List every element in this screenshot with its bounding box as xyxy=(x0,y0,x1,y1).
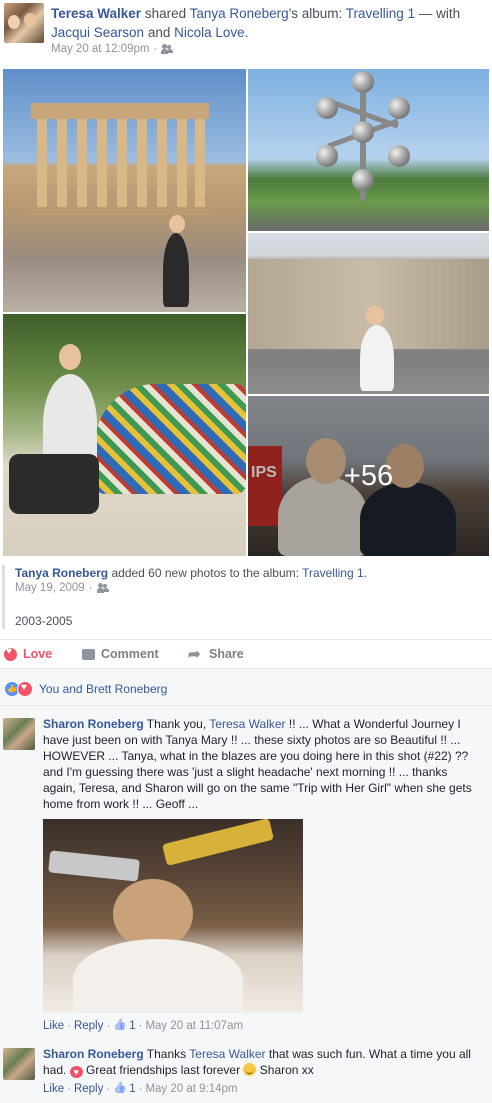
like-count-icon xyxy=(113,1020,126,1032)
comment-footer: Like · Reply · 1 · May 20 at 9:14pm xyxy=(43,1083,238,1095)
love-button[interactable]: Love xyxy=(4,646,53,661)
shared-album-attachment: Tanya Roneberg added 60 new photos to th… xyxy=(2,565,488,629)
comment-photo[interactable] xyxy=(43,819,303,1013)
comment-label: Comment xyxy=(101,647,159,661)
reactions-summary: You and Brett Roneberg xyxy=(0,669,492,706)
post-headline: Teresa Walker shared Tanya Roneberg's al… xyxy=(51,4,487,42)
post-action-bar: Love Comment Share xyxy=(0,639,492,669)
atomium-shape xyxy=(308,71,418,201)
share-icon xyxy=(188,645,203,663)
shared-action-text: added 60 new photos to the album: xyxy=(108,566,303,580)
love-label: Love xyxy=(23,647,53,661)
bottle-shape xyxy=(161,819,275,866)
author-avatar[interactable] xyxy=(4,3,44,43)
comment-like-link[interactable]: Like xyxy=(43,1020,64,1032)
avatar-face xyxy=(8,15,20,29)
tagged-user-link[interactable]: Jacqui Searson xyxy=(51,25,144,40)
album-owner-link[interactable]: Tanya Roneberg xyxy=(190,6,289,21)
photo-grid: IPS +56 xyxy=(3,69,489,556)
smile-emoji-icon xyxy=(243,1063,257,1076)
separator: · xyxy=(138,1083,143,1095)
comment-button[interactable]: Comment xyxy=(82,647,492,661)
comment-text: Sharon Roneberg Thanks Teresa Walker tha… xyxy=(43,1046,483,1078)
shirt-shape xyxy=(73,939,243,1013)
commenter-avatar[interactable] xyxy=(3,718,35,750)
comment-time[interactable]: May 20 at 9:14pm xyxy=(145,1083,237,1095)
album-name-link[interactable]: Travelling 1 xyxy=(302,566,364,580)
comment-like-count[interactable]: 1 xyxy=(129,1020,135,1032)
shared-album-meta: May 19, 2009 · xyxy=(15,582,488,594)
person-head xyxy=(366,305,384,325)
people-icon[interactable] xyxy=(161,44,174,54)
possessive-text: 's album: xyxy=(288,6,346,21)
photo-more-album[interactable]: IPS +56 xyxy=(248,396,489,556)
mention-link[interactable]: Teresa Walker xyxy=(209,717,285,731)
person-head xyxy=(59,344,81,370)
commenter-name-link[interactable]: Sharon Roneberg xyxy=(43,717,144,731)
person-legs xyxy=(9,454,99,514)
separator: · xyxy=(67,1083,71,1095)
album-date[interactable]: May 19, 2009 xyxy=(15,582,85,594)
commenter-avatar[interactable] xyxy=(3,1048,35,1080)
reaction-icons[interactable] xyxy=(4,681,33,697)
separator: · xyxy=(153,43,158,55)
album-owner-link[interactable]: Tanya Roneberg xyxy=(15,566,108,580)
photo-park-guell[interactable] xyxy=(3,314,246,556)
author-name-link[interactable]: Teresa Walker xyxy=(51,6,141,21)
separator: · xyxy=(67,1020,71,1032)
avatar-face xyxy=(24,13,36,27)
comment-footer: Like · Reply · 1 · May 20 at 11:07am xyxy=(43,1020,243,1032)
mosaic-bench xyxy=(95,384,246,494)
period-text: . xyxy=(363,566,367,580)
person-figure xyxy=(163,233,189,307)
post-timestamp[interactable]: May 20 at 12:09pm xyxy=(51,43,149,55)
person-figure xyxy=(360,325,394,391)
with-text: — with xyxy=(415,6,461,21)
reactors-link[interactable]: You and Brett Roneberg xyxy=(39,682,167,696)
comment-icon xyxy=(82,648,95,660)
comment-text-part: Thank you, xyxy=(143,717,210,731)
people-icon xyxy=(96,583,109,593)
album-description: 2003-2005 xyxy=(15,614,73,628)
love-reaction-icon xyxy=(17,681,33,697)
comment-text-part: Thanks xyxy=(143,1047,190,1061)
commenter-name-link[interactable]: Sharon Roneberg xyxy=(43,1047,144,1061)
comment-like-count[interactable]: 1 xyxy=(129,1083,135,1095)
person-head xyxy=(169,215,185,233)
heart-icon xyxy=(4,646,17,661)
more-photos-count[interactable]: +56 xyxy=(248,396,489,556)
comment-time[interactable]: May 20 at 11:07am xyxy=(145,1020,243,1032)
comments-section: Sharon Roneberg Thank you, Teresa Walker… xyxy=(0,706,492,1103)
share-label: Share xyxy=(209,647,244,661)
like-count-icon xyxy=(113,1083,126,1095)
post-header: Teresa Walker shared Tanya Roneberg's al… xyxy=(0,0,492,66)
photo-berlin-wall[interactable] xyxy=(248,233,489,394)
period-text: . xyxy=(244,25,249,40)
heart-emoji-icon: ♥ xyxy=(69,1066,83,1078)
share-button[interactable]: Share xyxy=(188,645,244,663)
separator: · xyxy=(106,1083,111,1095)
comment-text-part: !! ... What a Wonderful Journey I have j… xyxy=(43,717,472,811)
photo-parthenon[interactable] xyxy=(3,69,246,312)
comment-text-part: Sharon xx xyxy=(256,1063,314,1077)
shared-text: shared xyxy=(141,6,190,21)
post-meta: May 20 at 12:09pm · xyxy=(51,43,174,55)
shared-album-line: Tanya Roneberg added 60 new photos to th… xyxy=(15,565,488,581)
separator: · xyxy=(88,582,93,594)
comment-like-link[interactable]: Like xyxy=(43,1083,64,1095)
separator: · xyxy=(106,1020,111,1032)
comment-reply-link[interactable]: Reply xyxy=(74,1020,103,1032)
tagged-user-link[interactable]: Nicola Love xyxy=(174,25,245,40)
comment-text-part: Great friendships last forever xyxy=(82,1063,244,1077)
bottle-shape xyxy=(48,850,140,882)
and-text: and xyxy=(144,25,175,40)
comment-text: Sharon Roneberg Thank you, Teresa Walker… xyxy=(43,716,483,812)
album-name-link[interactable]: Travelling 1 xyxy=(346,6,415,21)
mention-link[interactable]: Teresa Walker xyxy=(189,1047,265,1061)
comment-reply-link[interactable]: Reply xyxy=(74,1083,103,1095)
photo-atomium[interactable] xyxy=(248,69,489,231)
separator: · xyxy=(138,1020,143,1032)
temple-shape xyxy=(25,103,215,215)
